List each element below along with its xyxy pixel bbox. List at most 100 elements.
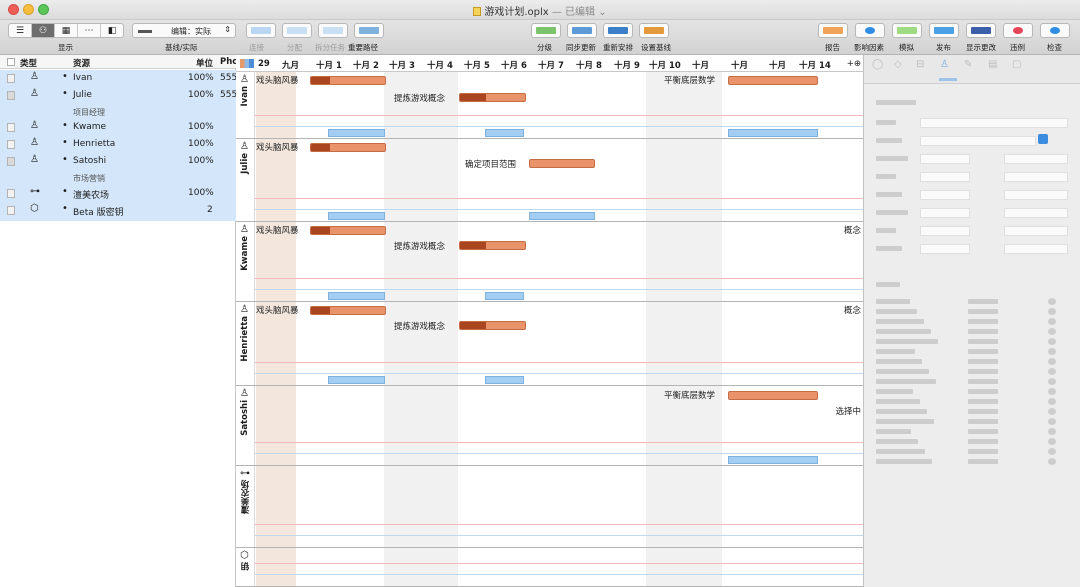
- list-action-placeholder[interactable]: [1048, 418, 1056, 425]
- note-checkbox[interactable]: [7, 140, 15, 149]
- list-action-placeholder[interactable]: [1048, 398, 1056, 405]
- field-value-placeholder[interactable]: [1004, 190, 1068, 200]
- resource-tab-icon[interactable]: ♙: [940, 59, 949, 70]
- milestone-tab-icon[interactable]: ◇: [894, 59, 902, 70]
- network-view-icon[interactable]: ⋯: [78, 24, 101, 37]
- styles-view-icon[interactable]: ◧: [101, 24, 123, 37]
- type-column-header[interactable]: 类型: [20, 57, 37, 69]
- note-checkbox[interactable]: [7, 157, 15, 166]
- resource-row[interactable]: ♙ • Henrietta 100%: [0, 136, 236, 153]
- task-label[interactable]: 选择中: [835, 405, 861, 417]
- set-baseline-button[interactable]: [639, 23, 669, 38]
- resource-extra[interactable]: 555: [220, 90, 237, 100]
- task-bar[interactable]: [310, 76, 386, 85]
- reschedule-button[interactable]: [603, 23, 633, 38]
- resource-units[interactable]: 100%: [188, 156, 214, 166]
- assignment-bar[interactable]: [485, 376, 524, 384]
- task-label[interactable]: 概念: [844, 224, 861, 236]
- resource-units[interactable]: 100%: [188, 139, 214, 149]
- note-checkbox[interactable]: [7, 91, 15, 100]
- task-label[interactable]: 平衡底层数学: [664, 389, 715, 401]
- extra-column-header[interactable]: Phc: [220, 57, 237, 67]
- list-action-placeholder[interactable]: [1048, 458, 1056, 465]
- level-button[interactable]: [531, 23, 561, 38]
- project-tab-icon[interactable]: ▤: [988, 59, 997, 70]
- list-action-placeholder[interactable]: [1048, 368, 1056, 375]
- resource-name[interactable]: Kwame: [73, 122, 106, 132]
- reports-button[interactable]: [818, 23, 848, 38]
- task-label[interactable]: 提炼游戏概念: [394, 92, 445, 104]
- list-action-placeholder[interactable]: [1048, 298, 1056, 305]
- resource-row[interactable]: ♙ • Ivan 100% 555: [0, 70, 237, 87]
- field-value-placeholder[interactable]: [920, 172, 970, 182]
- task-bar[interactable]: [728, 391, 818, 400]
- catch-up-button[interactable]: [567, 23, 597, 38]
- field-value-placeholder[interactable]: [920, 190, 970, 200]
- task-bar[interactable]: [310, 226, 386, 235]
- task-label[interactable]: 戏头脑风暴: [256, 141, 299, 153]
- critical-path-button[interactable]: [354, 23, 384, 38]
- resource-units[interactable]: 2: [207, 205, 213, 215]
- violations-button[interactable]: [1003, 23, 1033, 38]
- resource-row[interactable]: ♙ • Satoshi 100%: [0, 153, 236, 170]
- task-tab-icon[interactable]: ◯: [872, 59, 883, 70]
- add-zoom-icon[interactable]: +⊕: [847, 59, 861, 69]
- assignment-bar[interactable]: [728, 456, 818, 464]
- resource-units[interactable]: 100%: [188, 122, 214, 132]
- show-changes-button[interactable]: [966, 23, 996, 38]
- task-bar[interactable]: [728, 76, 818, 85]
- field-value-placeholder[interactable]: [1004, 244, 1068, 254]
- note-checkbox[interactable]: [7, 189, 15, 198]
- task-label[interactable]: 提炼游戏概念: [394, 240, 445, 252]
- resource-name[interactable]: Julie: [73, 90, 92, 100]
- split-task-button[interactable]: [318, 23, 348, 38]
- accent-toggle[interactable]: [1038, 134, 1048, 144]
- group-tab-icon[interactable]: ⊟: [916, 59, 924, 70]
- resource-units[interactable]: 100%: [188, 73, 214, 83]
- assign-button[interactable]: [282, 23, 312, 38]
- document-name[interactable]: 游戏计划.oplx: [484, 7, 548, 18]
- calendar-view-icon[interactable]: ▦: [55, 24, 78, 37]
- list-action-placeholder[interactable]: [1048, 318, 1056, 325]
- task-bar[interactable]: [459, 241, 526, 250]
- style-tab-icon[interactable]: ✎: [964, 59, 972, 70]
- field-value-placeholder[interactable]: [920, 244, 970, 254]
- resource-row[interactable]: ⊶ • 澶美农场 100%: [0, 185, 236, 202]
- resource-row[interactable]: ♙ • Kwame 100%: [0, 119, 236, 136]
- baseline-popup[interactable]: 编辑：实际 ⇕: [132, 23, 236, 38]
- task-bar[interactable]: [529, 159, 595, 168]
- resource-name[interactable]: Beta 版密钥: [73, 205, 124, 218]
- resource-name[interactable]: 澶美农场: [73, 188, 109, 201]
- assignment-bar[interactable]: [328, 376, 385, 384]
- simulate-button[interactable]: [892, 23, 922, 38]
- task-bar[interactable]: [459, 321, 526, 330]
- field-value-placeholder[interactable]: [1004, 208, 1068, 218]
- assignment-bar[interactable]: [728, 129, 818, 137]
- document-tab-icon[interactable]: ▢: [1012, 59, 1021, 70]
- task-bar[interactable]: [310, 143, 386, 152]
- influences-button[interactable]: [855, 23, 885, 38]
- note-checkbox[interactable]: [7, 206, 15, 215]
- field-value-placeholder[interactable]: [1004, 154, 1068, 164]
- task-label[interactable]: 戏头脑风暴: [256, 224, 299, 236]
- assignment-bar[interactable]: [328, 129, 385, 137]
- title-chevron-icon[interactable]: ⌄: [598, 7, 606, 18]
- list-action-placeholder[interactable]: [1048, 448, 1056, 455]
- resource-row[interactable]: ⬡ • Beta 版密钥 2: [0, 202, 236, 219]
- assignment-bar[interactable]: [485, 292, 524, 300]
- assignment-bar[interactable]: [328, 212, 385, 220]
- note-checkbox[interactable]: [7, 74, 15, 83]
- publish-button[interactable]: [929, 23, 959, 38]
- field-value-placeholder[interactable]: [920, 226, 970, 236]
- list-action-placeholder[interactable]: [1048, 338, 1056, 345]
- resource-view-icon[interactable]: ⚇: [32, 24, 55, 37]
- task-label[interactable]: 戏头脑风暴: [256, 74, 299, 86]
- resource-extra[interactable]: 555: [220, 73, 237, 83]
- list-action-placeholder[interactable]: [1048, 308, 1056, 315]
- list-action-placeholder[interactable]: [1048, 328, 1056, 335]
- resource-name[interactable]: Henrietta: [73, 139, 115, 149]
- view-switcher[interactable]: ☰ ⚇ ▦ ⋯ ◧: [8, 23, 124, 38]
- connect-button[interactable]: [246, 23, 276, 38]
- resource-units[interactable]: 100%: [188, 188, 214, 198]
- note-checkbox[interactable]: [7, 123, 15, 132]
